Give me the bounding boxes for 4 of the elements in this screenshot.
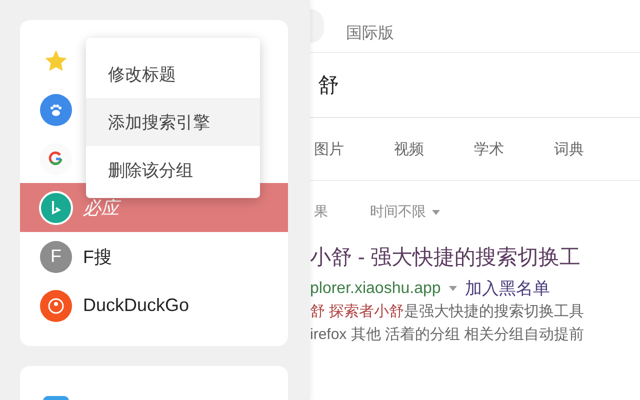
letter-avatar-icon: F	[40, 240, 72, 272]
result-snippet: 舒 探索者小舒是强大快捷的搜索切换工具	[310, 302, 586, 322]
result-snippet: irefox 其他 活着的分组 相关分组自动提前	[310, 325, 586, 345]
result-url: plorer.xiaoshu.app	[310, 280, 441, 298]
